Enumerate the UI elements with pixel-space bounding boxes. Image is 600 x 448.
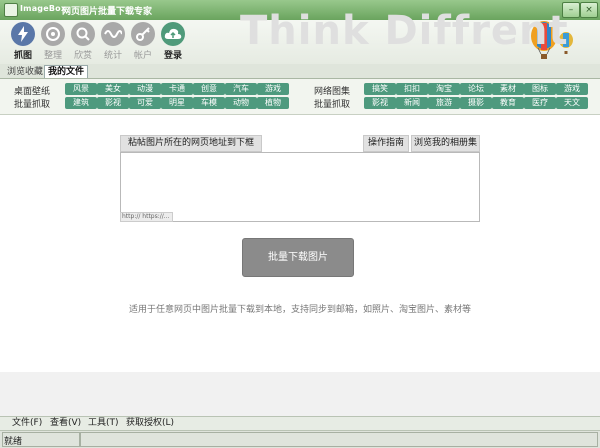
browse-album-button[interactable]: 浏览我的相册集 [411, 135, 480, 152]
category-chip[interactable]: 天文 [556, 97, 588, 109]
row-label-batch-right: 批量抓取 [314, 100, 351, 110]
category-chip[interactable]: 卡通 [161, 83, 193, 95]
category-chip[interactable]: 影视 [364, 97, 396, 109]
tool-organize[interactable]: 整理 [38, 22, 68, 62]
status-text: 就绪 [4, 437, 23, 447]
window-title: 网页图片批量下载专家 [62, 7, 153, 17]
disc-icon [41, 22, 65, 46]
category-chip[interactable]: 游戏 [556, 83, 588, 95]
category-chip[interactable]: 明星 [161, 97, 193, 109]
tool-label: 欣赏 [73, 51, 92, 61]
status-bar: 就绪 [0, 430, 600, 448]
category-chip[interactable]: 动物 [225, 97, 257, 109]
tool-stats[interactable]: 统计 [98, 22, 128, 62]
tool-label: 抓图 [13, 51, 32, 61]
category-chip[interactable]: 影视 [97, 97, 129, 109]
tool-label: 整理 [43, 51, 62, 61]
category-chip[interactable]: 美女 [97, 83, 129, 95]
category-chip[interactable]: 植物 [257, 97, 289, 109]
menu-file[interactable]: 文件(F) [12, 418, 42, 429]
cloud-upload-icon [161, 22, 185, 46]
paste-url-label: 粘帖图片所在的网页地址到下框 ...: [120, 135, 262, 163]
tool-capture[interactable]: 抓图 [8, 22, 38, 62]
tool-login[interactable]: 登录 [158, 22, 188, 62]
category-chip[interactable]: 创意 [193, 83, 225, 95]
tool-account[interactable]: 帐户 [128, 22, 158, 62]
tool-label: 帐户 [133, 51, 152, 61]
batch-download-button[interactable]: 批量下载图片 [242, 238, 354, 277]
status-panel-secondary [80, 432, 598, 447]
category-chip[interactable]: 搞笑 [364, 83, 396, 95]
category-chip[interactable]: 车模 [193, 97, 225, 109]
row-label-batch: 批量抓取 [14, 100, 51, 110]
category-chip[interactable]: 教育 [492, 97, 524, 109]
app-logo-icon [4, 3, 18, 17]
category-chip[interactable]: 汽车 [225, 83, 257, 95]
tab-bar [0, 64, 600, 79]
description-text: 适用于任意网页中图片批量下载到本地，支持同步到邮箱，如照片、淘宝图片、素材等 [128, 305, 471, 315]
close-button[interactable]: × [580, 2, 598, 18]
category-chip[interactable]: 图标 [524, 83, 556, 95]
lightning-icon [11, 22, 35, 46]
wave-icon [101, 22, 125, 46]
menu-license[interactable]: 获取授权(L) [126, 418, 174, 429]
menu-view[interactable]: 查看(V) [50, 418, 81, 429]
app-name: ImageBox [20, 4, 67, 13]
tab-my-files[interactable]: 我的文件 [44, 65, 89, 78]
category-chip[interactable]: 建筑 [65, 97, 97, 109]
key-icon [131, 22, 155, 46]
guide-button[interactable]: 操作指南 [363, 135, 409, 152]
category-chip[interactable]: 旅游 [428, 97, 460, 109]
category-chip[interactable]: 新闻 [396, 97, 428, 109]
row-label-wallpaper: 桌面壁纸 [14, 87, 51, 97]
category-chip[interactable]: 风景 [65, 83, 97, 95]
url-textarea[interactable] [120, 152, 480, 222]
category-chip[interactable]: 可爱 [129, 97, 161, 109]
menu-tools[interactable]: 工具(T) [88, 418, 119, 429]
magnifier-icon [71, 22, 95, 46]
category-chip[interactable]: 素材 [492, 83, 524, 95]
tool-label: 统计 [103, 51, 122, 61]
category-chip[interactable]: 医疗 [524, 97, 556, 109]
category-chip[interactable]: 摄影 [460, 97, 492, 109]
watermark-text: Think Diffrent [240, 8, 569, 54]
tab-favorites[interactable]: 浏览收藏 [4, 66, 46, 78]
category-chip[interactable]: 扣扣 [396, 83, 428, 95]
tool-label: 登录 [163, 51, 182, 61]
category-chip[interactable]: 动漫 [129, 83, 161, 95]
tool-view[interactable]: 欣赏 [68, 22, 98, 62]
category-chip[interactable]: 论坛 [460, 83, 492, 95]
row-label-gallery: 网络图集 [314, 87, 351, 97]
category-chip[interactable]: 游戏 [257, 83, 289, 95]
footer-banner [0, 372, 600, 416]
url-format-hint: http:// https://... [120, 212, 173, 222]
category-chip[interactable]: 淘宝 [428, 83, 460, 95]
